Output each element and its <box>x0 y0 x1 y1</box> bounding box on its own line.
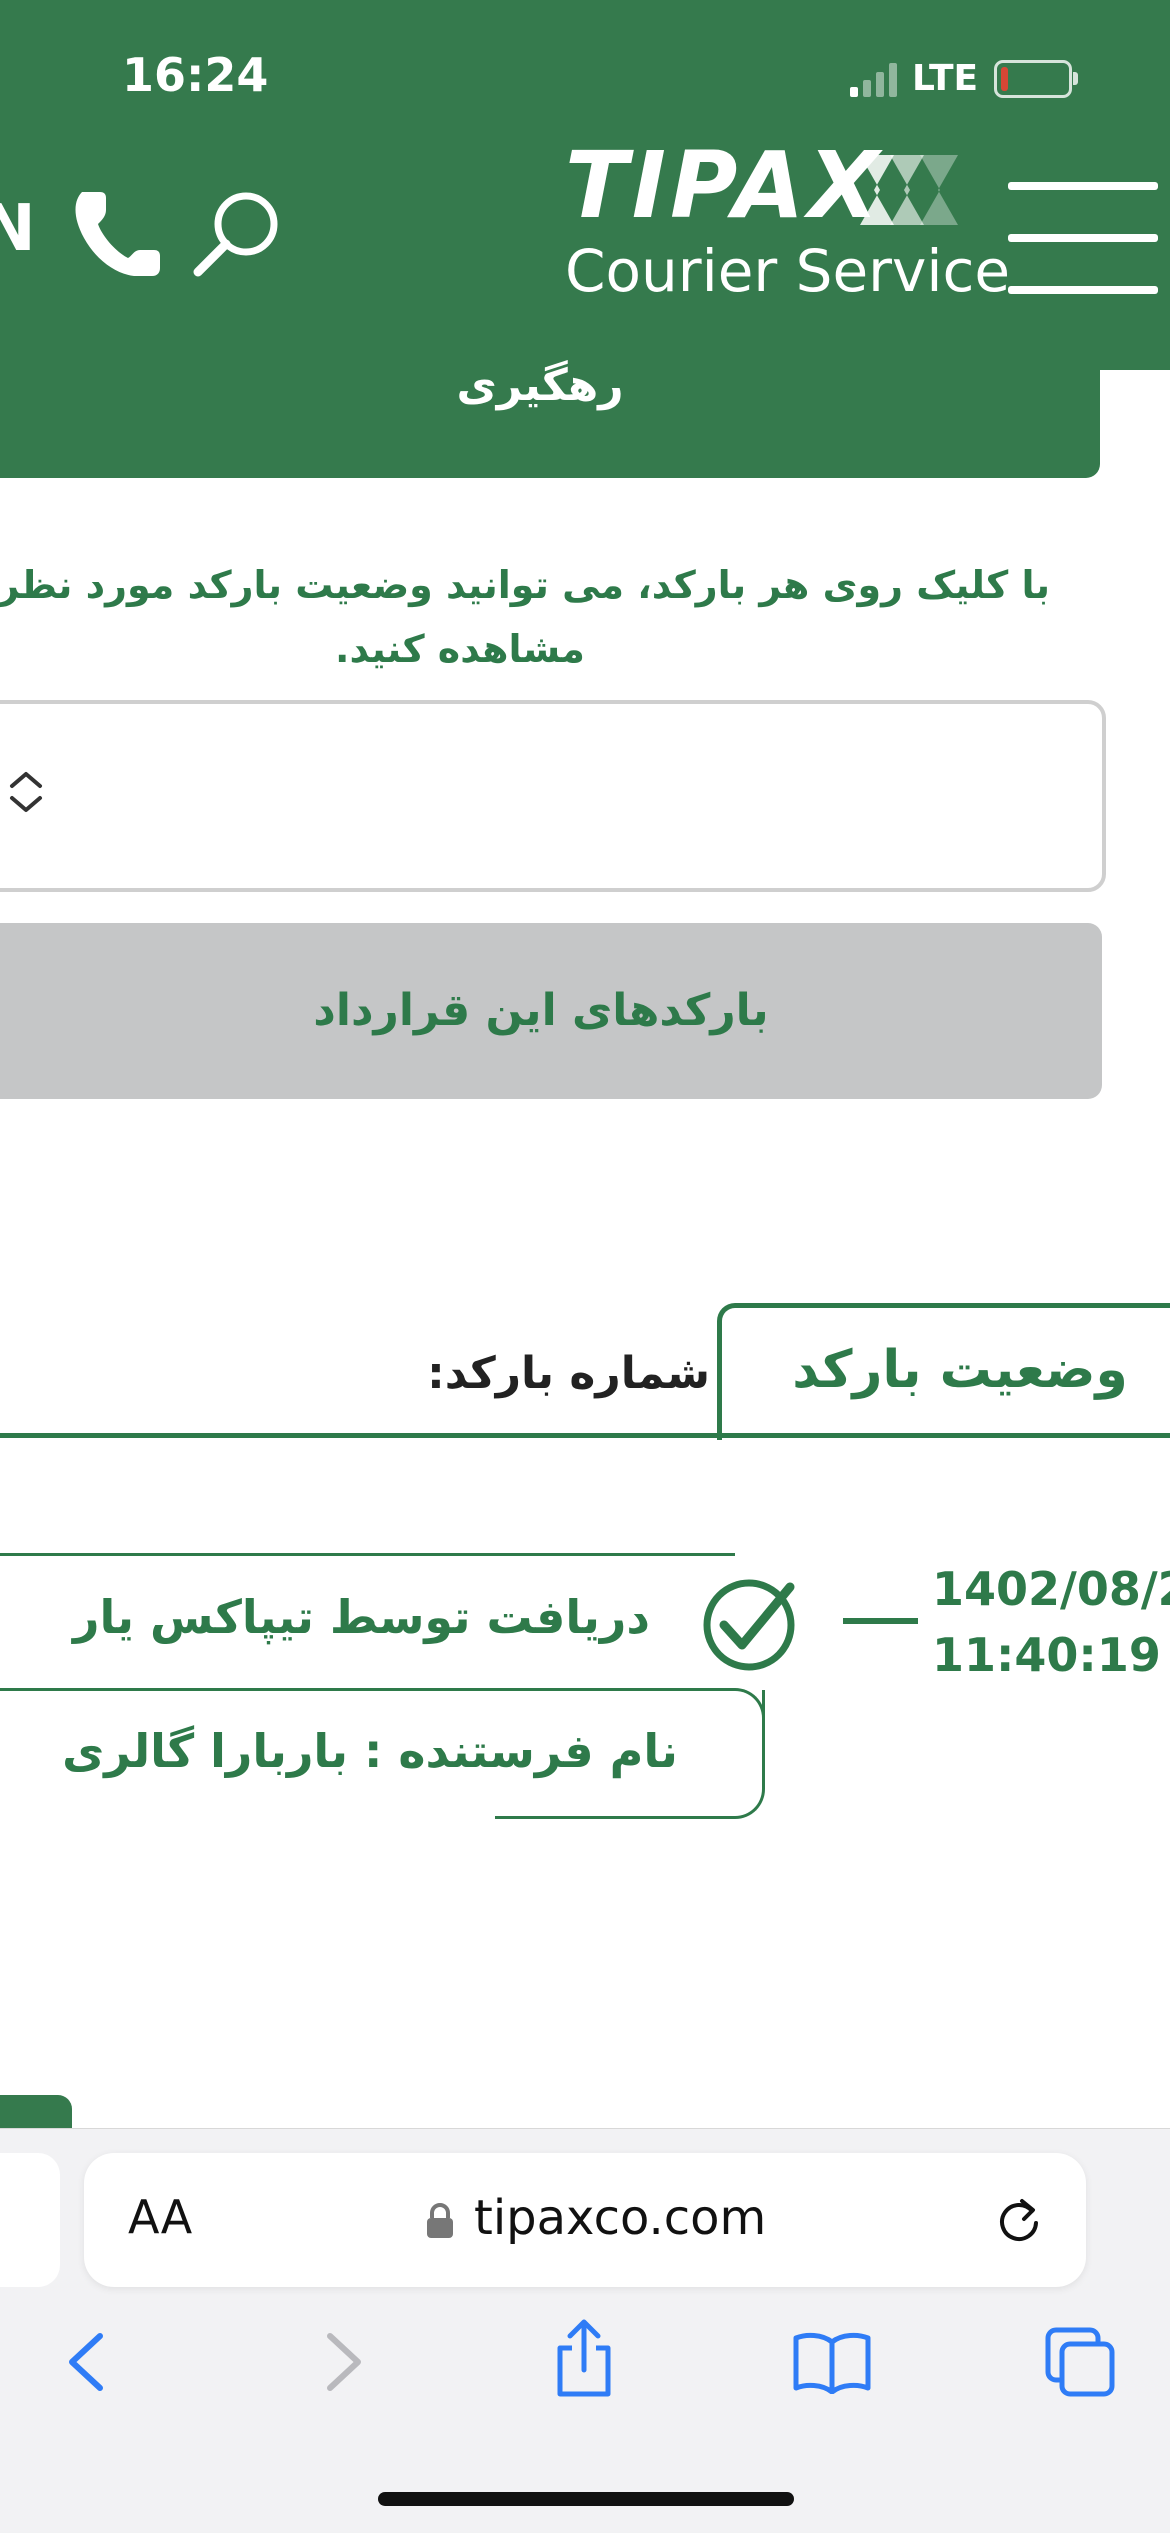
logo-subtitle: Courier Service <box>565 237 1011 305</box>
url-text[interactable]: tipaxco.com <box>474 2190 766 2246</box>
event-time: 11:40:19 <box>932 1628 1161 1682</box>
battery-icon <box>994 59 1079 98</box>
section-title: رهگیری <box>456 360 624 411</box>
text-size-button[interactable]: AA <box>128 2190 192 2244</box>
reload-icon[interactable] <box>992 2193 1046 2247</box>
header-cut <box>1100 370 1170 478</box>
hamburger-menu-icon[interactable] <box>1008 182 1158 298</box>
tab-barcode-status-label[interactable]: وضعیت بارکد <box>760 1340 1160 1400</box>
contract-barcodes-button[interactable]: بارکدهای این قرارداد <box>0 923 1102 1099</box>
event-divider-top <box>0 1553 735 1556</box>
tipax-logo[interactable]: TIPAX <box>565 140 883 232</box>
select-updown-icon <box>10 772 42 812</box>
signal-icon <box>850 62 897 97</box>
logo-chevron-icon <box>860 155 958 225</box>
home-indicator <box>378 2492 794 2506</box>
check-circle-icon <box>703 1579 795 1671</box>
event-description: دریافت توسط تیپاکس یار <box>73 1590 650 1644</box>
phone-icon[interactable] <box>68 186 164 282</box>
bookmarks-icon[interactable] <box>792 2330 872 2394</box>
back-icon[interactable] <box>62 2330 112 2394</box>
sender-name: نام فرستنده : باربارا گالری <box>62 1724 678 1778</box>
status-indicators: LTE <box>850 58 1079 99</box>
lock-icon <box>427 2203 453 2238</box>
sender-box-gap <box>0 1812 495 1820</box>
share-icon[interactable] <box>552 2318 616 2398</box>
previous-tab-card[interactable] <box>0 2153 60 2287</box>
status-time: 16:24 <box>122 48 269 102</box>
event-date: 1402/08/22 <box>932 1562 1170 1616</box>
tabs-divider <box>0 1433 1170 1438</box>
network-label: LTE <box>912 58 979 99</box>
barcode-number-label: شماره بارکد: <box>427 1348 710 1399</box>
instruction-text: با کلیک روی هر بارکد، می توانید وضعیت با… <box>0 545 1050 689</box>
tabs-icon[interactable] <box>1044 2326 1116 2398</box>
timeline-dash <box>843 1618 918 1624</box>
floating-button-edge[interactable] <box>0 2095 72 2131</box>
header-edge-glyph[interactable]: N <box>0 192 36 266</box>
event-datetime: 1402/08/22 11:40:19 <box>932 1556 1170 1688</box>
barcode-select[interactable] <box>0 700 1106 892</box>
search-icon[interactable] <box>190 188 282 280</box>
forward-icon[interactable] <box>318 2330 368 2394</box>
